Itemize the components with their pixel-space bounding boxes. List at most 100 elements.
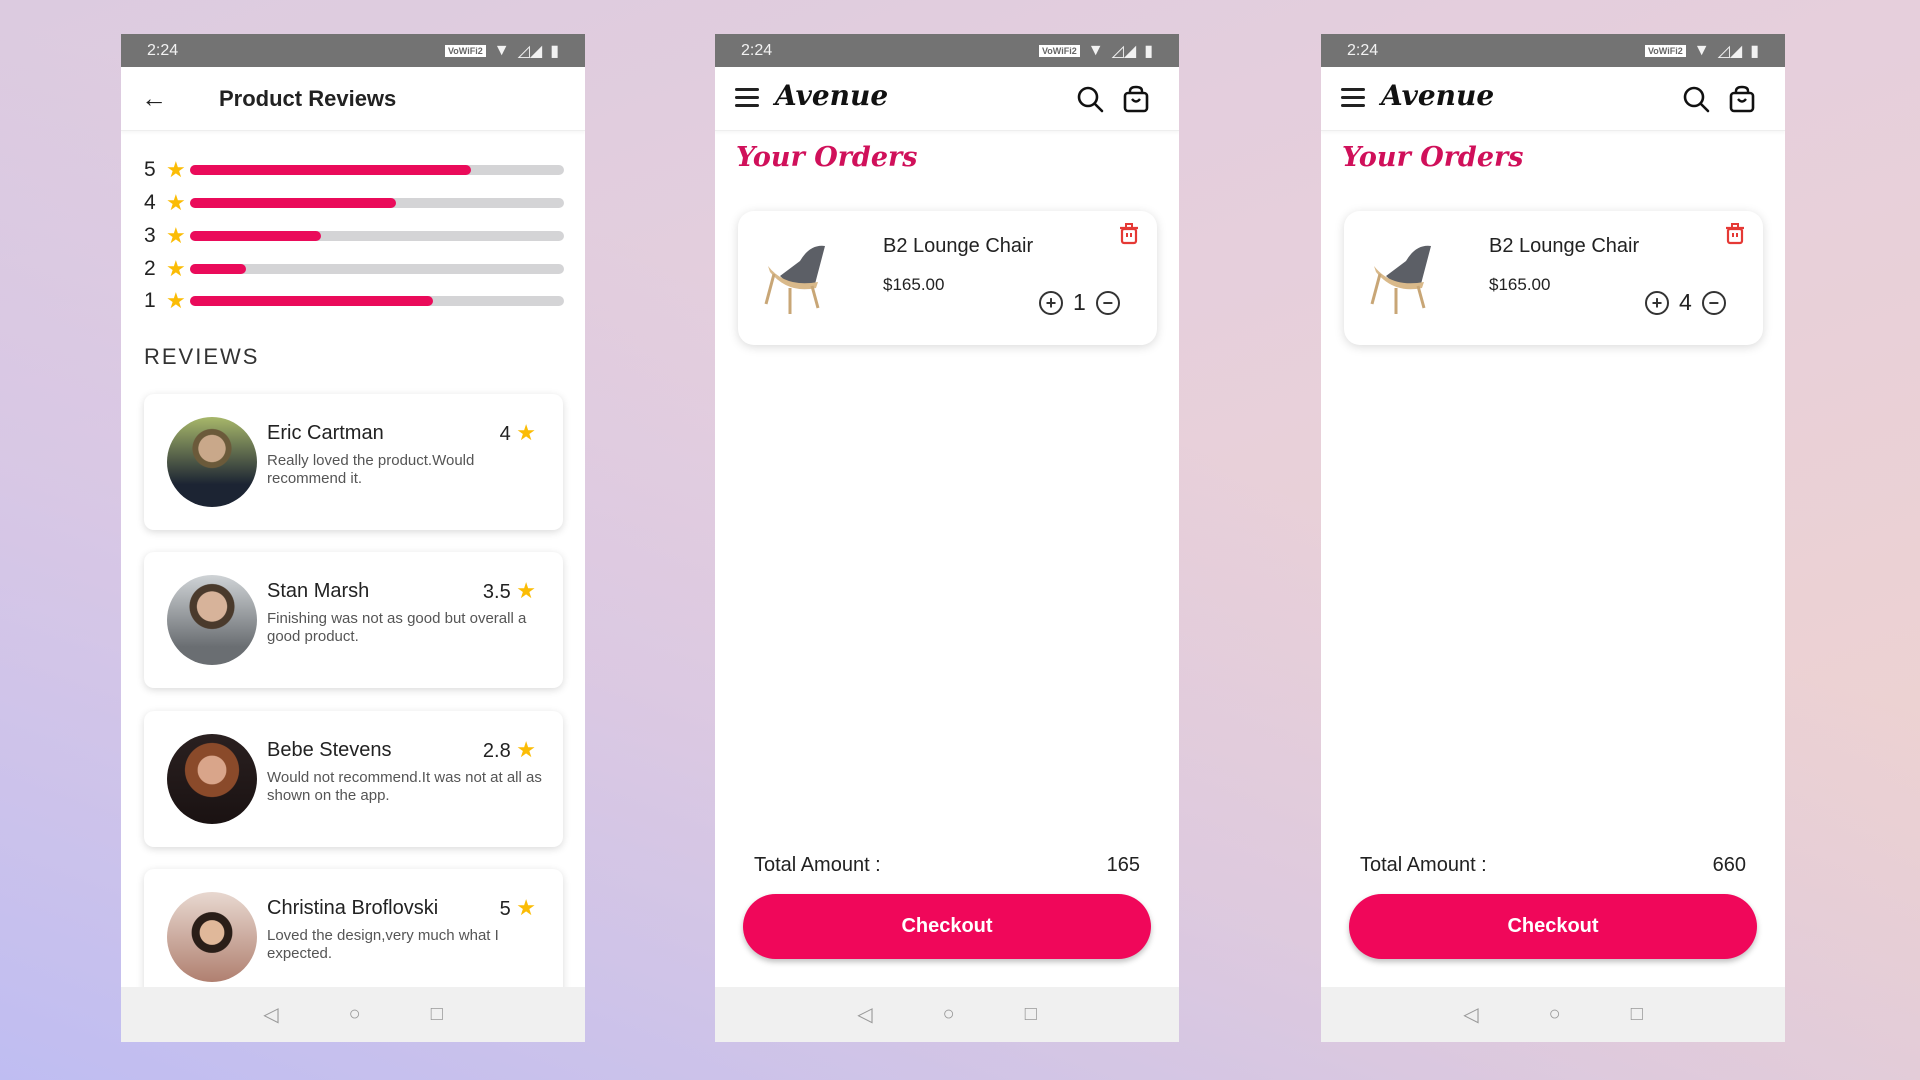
nav-home-icon[interactable]: ○ [349, 1003, 361, 1026]
signal-icon: ◿◢ [1717, 42, 1743, 60]
rating-row-4: 4 ★ [144, 188, 564, 218]
order-item-card: B2 Lounge Chair $165.00 + 4 − [1344, 211, 1763, 345]
rating-star-count: 4 [144, 191, 156, 214]
product-image [1366, 236, 1446, 321]
rating-bar-fill [190, 198, 396, 208]
nav-back-icon[interactable]: ◁ [857, 1002, 872, 1027]
nav-home-icon[interactable]: ○ [1549, 1003, 1561, 1026]
rating-star-count: 1 [144, 289, 156, 312]
reviewer-name: Stan Marsh [267, 580, 370, 602]
star-icon: ★ [516, 420, 536, 445]
nav-back-icon[interactable]: ◁ [1463, 1002, 1478, 1027]
review-rating-value: 3.5 [482, 581, 511, 603]
search-icon[interactable] [1076, 85, 1104, 113]
rating-row-5: 5 ★ [144, 155, 564, 185]
avatar [167, 892, 257, 982]
menu-icon[interactable] [735, 88, 759, 112]
review-text: Finishing was not as good but overall a … [267, 610, 527, 645]
status-bar: 2:24 VoWiFi2 ▼ ◿◢ ▮ [121, 34, 585, 67]
nav-home-icon[interactable]: ○ [943, 1003, 955, 1026]
rating-star-count: 2 [144, 257, 156, 280]
status-time: 2:24 [1347, 41, 1379, 59]
app-bar: ← Product Reviews [121, 67, 585, 131]
product-name: B2 Lounge Chair [1489, 235, 1640, 257]
nav-back-icon[interactable]: ◁ [263, 1002, 278, 1027]
orders-title: Your Orders [736, 142, 918, 173]
battery-icon: ▮ [1144, 42, 1153, 60]
quantity-stepper: + 4 − [1645, 289, 1726, 316]
review-rating: 3.5 ★ [483, 578, 536, 604]
battery-icon: ▮ [550, 42, 559, 60]
checkout-button[interactable]: Checkout [1349, 894, 1757, 959]
product-price: $165.00 [1489, 275, 1551, 294]
shopping-bag-icon[interactable] [1728, 85, 1756, 113]
wifi-icon: ▼ [1693, 41, 1710, 59]
nav-recents-icon[interactable]: □ [431, 1003, 443, 1026]
vowifi-badge: VoWiFi2 [444, 44, 486, 57]
signal-icon: ◿◢ [517, 42, 543, 60]
review-rating-value: 2.8 [482, 740, 511, 762]
rating-bar [190, 165, 564, 175]
review-rating-value: 5 [499, 898, 511, 920]
reviews-phone: 2:24 VoWiFi2 ▼ ◿◢ ▮ ← Product Reviews 5 ★ 4… [121, 34, 585, 1042]
quantity-stepper: + 1 − [1039, 289, 1120, 316]
menu-icon[interactable] [1341, 88, 1365, 112]
increase-quantity-button[interactable]: + [1039, 290, 1063, 315]
review-card: Stan Marsh 3.5 ★ Finishing was not as go… [144, 552, 563, 688]
back-arrow-icon[interactable]: ← [141, 83, 167, 114]
rating-bar [190, 296, 564, 306]
vowifi-badge: VoWiFi2 [1038, 44, 1080, 57]
avatar [167, 417, 257, 507]
page-title: Product Reviews [219, 85, 397, 111]
review-card: Bebe Stevens 2.8 ★ Would not recommend.I… [144, 711, 563, 847]
product-name: B2 Lounge Chair [883, 235, 1034, 257]
delete-icon[interactable] [1119, 223, 1139, 245]
rating-bar [190, 231, 564, 241]
orders-phone: 2:24 VoWiFi2 ▼ ◿◢ ▮ Avenue Your Orders B2 L… [1321, 34, 1785, 1042]
total-row: Total Amount : 165 [754, 854, 1140, 877]
system-nav-bar: ◁ ○ □ [715, 987, 1179, 1042]
rating-row-2: 2 ★ [144, 254, 564, 284]
review-rating: 4 ★ [500, 420, 536, 446]
review-rating-value: 4 [499, 423, 511, 445]
rating-bar-fill [190, 296, 434, 306]
reviewer-name: Christina Broflovski [267, 897, 439, 919]
app-logo: Avenue [775, 79, 889, 112]
star-icon: ★ [516, 578, 536, 603]
decrease-quantity-button[interactable]: − [1701, 290, 1726, 315]
total-value: 165 [1106, 854, 1140, 876]
avatar [167, 575, 257, 665]
decrease-quantity-button[interactable]: − [1095, 290, 1120, 315]
review-card: Eric Cartman 4 ★ Really loved the produc… [144, 394, 563, 530]
shopping-bag-icon[interactable] [1122, 85, 1150, 113]
total-row: Total Amount : 660 [1360, 854, 1746, 877]
search-icon[interactable] [1682, 85, 1710, 113]
total-label: Total Amount : [754, 854, 881, 876]
increase-quantity-button[interactable]: + [1645, 290, 1669, 315]
rating-star-count: 3 [144, 224, 156, 247]
wifi-icon: ▼ [493, 41, 510, 59]
checkout-button[interactable]: Checkout [743, 894, 1151, 959]
star-icon: ★ [516, 737, 536, 762]
rating-row-1: 1 ★ [144, 286, 564, 316]
nav-recents-icon[interactable]: □ [1631, 1003, 1643, 1026]
star-icon: ★ [166, 190, 186, 215]
star-icon: ★ [516, 895, 536, 920]
orders-phone: 2:24 VoWiFi2 ▼ ◿◢ ▮ Avenue Your Orders B2 L… [715, 34, 1179, 1042]
reviewer-name: Eric Cartman [267, 422, 384, 444]
signal-icon: ◿◢ [1111, 42, 1137, 60]
quantity-value: 1 [1073, 289, 1086, 315]
rating-bar-fill [190, 264, 247, 274]
delete-icon[interactable] [1725, 223, 1745, 245]
vowifi-badge: VoWiFi2 [1644, 44, 1686, 57]
product-price: $165.00 [883, 275, 945, 294]
rating-bar-fill [190, 165, 471, 175]
system-nav-bar: ◁ ○ □ [121, 987, 585, 1042]
app-logo: Avenue [1381, 79, 1495, 112]
status-bar: 2:24 VoWiFi2 ▼ ◿◢ ▮ [715, 34, 1179, 67]
review-text: Would not recommend.It was not at all as… [267, 769, 542, 804]
review-rating: 5 ★ [500, 895, 536, 921]
nav-recents-icon[interactable]: □ [1025, 1003, 1037, 1026]
system-nav-bar: ◁ ○ □ [1321, 987, 1785, 1042]
battery-icon: ▮ [1750, 42, 1759, 60]
